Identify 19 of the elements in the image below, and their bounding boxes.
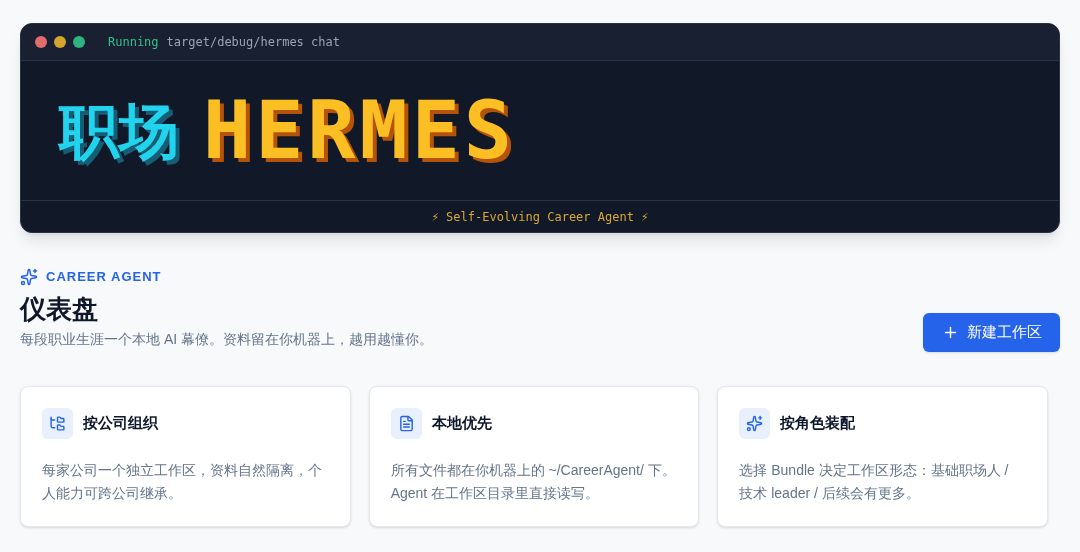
document-icon [390, 407, 422, 439]
page-subtitle: 每段职业生涯一个本地 AI 幕僚。资料留在你机器上，越用越懂你。 [20, 329, 433, 349]
page-title: 仪表盘 [20, 292, 99, 326]
logo-text: 职场 [59, 94, 179, 168]
tree-icon [42, 407, 73, 439]
card-description: 选择 Bundle 决定工作区形态：基础职场人 / 技术 leader / 后续会有更多。 [739, 460, 1010, 503]
tagline-text: ⚡ Self-Evolving Career Agent ⚡ [431, 208, 649, 226]
card-title: 按公司组织 [83, 412, 158, 433]
new-workspace-button[interactable]: 新建工作区 [923, 312, 1060, 352]
status-text: Running [108, 34, 159, 51]
eyebrow-text: CAREER AGENT [46, 268, 162, 286]
card-title: 按角色装配 [780, 412, 856, 433]
card-description: 所有文件都在你机器上的 ~/CareerAgent/ 下。Agent 在工作区目录里直接读写。 [390, 460, 677, 503]
pixel-logo-text: HERMES [203, 90, 516, 171]
command-text: target/debug/hermes chat [166, 34, 340, 51]
sparkle-icon [20, 267, 38, 286]
card-title: 本地优先 [431, 412, 492, 433]
sparkle-icon [739, 407, 771, 439]
card-description: 每家公司一个独立工作区，资料自然隔离，个人能力可跨公司继承。 [42, 460, 323, 503]
